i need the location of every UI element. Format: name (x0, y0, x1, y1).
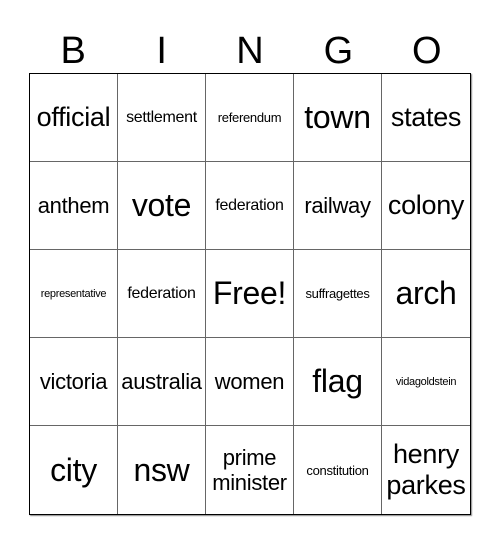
bingo-cell-text: nsw (133, 451, 190, 488)
bingo-cell-text: victoria (39, 368, 108, 394)
bingo-cell-free[interactable]: Free! (206, 250, 294, 338)
bingo-cell-text: vote (131, 187, 192, 223)
bingo-cell-text: railway (304, 192, 371, 218)
bingo-cell[interactable]: suffragettes (294, 250, 382, 338)
bingo-cell[interactable]: australia (118, 338, 206, 426)
bingo-cell-text: Free! (212, 275, 287, 311)
bingo-cell-text: representative (40, 287, 107, 300)
bingo-cell[interactable]: flag (294, 338, 382, 426)
bingo-cell[interactable]: women (206, 338, 294, 426)
bingo-cell-text: vidagoldstein (395, 375, 457, 388)
bingo-cell[interactable]: arch (382, 250, 470, 338)
bingo-cell-text: suffragettes (305, 286, 370, 301)
bingo-cell[interactable]: colony (382, 162, 470, 250)
bingo-cell[interactable]: states (382, 74, 470, 162)
bingo-cell-text: prime minister (212, 444, 287, 495)
bingo-cell[interactable]: town (294, 74, 382, 162)
bingo-cell-text: official (36, 102, 111, 132)
bingo-cell-text: flag (312, 363, 363, 399)
header-letter-n: N (236, 30, 264, 72)
bingo-cell[interactable]: settlement (118, 74, 206, 162)
bingo-cell-text: colony (387, 190, 465, 220)
bingo-cell[interactable]: constitution (294, 426, 382, 514)
bingo-cell[interactable]: representative (30, 250, 118, 338)
bingo-cell[interactable]: vidagoldstein (382, 338, 470, 426)
bingo-cell-text: federation (127, 284, 196, 302)
bingo-cell[interactable]: city (30, 426, 118, 514)
bingo-cell[interactable]: federation (206, 162, 294, 250)
bingo-card-grid: official settlement referendum town states an… (29, 73, 471, 515)
header-letter-i: I (156, 30, 167, 72)
bingo-cell-text: henry parkes (386, 438, 466, 500)
bingo-cell[interactable]: prime minister (206, 426, 294, 514)
bingo-cell-text: town (304, 99, 371, 135)
bingo-cell-text: referendum (217, 110, 282, 125)
bingo-cell[interactable]: official (30, 74, 118, 162)
bingo-cell[interactable]: nsw (118, 426, 206, 514)
header-letter-o: O (412, 30, 442, 72)
header-letter-b: B (60, 30, 86, 72)
bingo-cell[interactable]: federation (118, 250, 206, 338)
bingo-cell-text: constitution (306, 462, 369, 478)
bingo-cell[interactable]: victoria (30, 338, 118, 426)
bingo-cell[interactable]: referendum (206, 74, 294, 162)
bingo-cell-text: arch (395, 275, 457, 311)
bingo-header: B I N G O (29, 28, 471, 74)
bingo-cell[interactable]: railway (294, 162, 382, 250)
header-letter-g: G (323, 30, 354, 72)
bingo-cell[interactable]: henry parkes (382, 426, 470, 514)
bingo-cell-text: anthem (37, 192, 110, 218)
bingo-cell[interactable]: anthem (30, 162, 118, 250)
bingo-cell-text: settlement (126, 108, 197, 126)
bingo-cell-text: federation (215, 196, 284, 214)
bingo-cell-text: australia (121, 368, 202, 394)
bingo-cell-text: city (50, 451, 97, 488)
bingo-cell-text: states (390, 102, 462, 132)
bingo-cell[interactable]: vote (118, 162, 206, 250)
bingo-cell-text: women (214, 368, 285, 394)
